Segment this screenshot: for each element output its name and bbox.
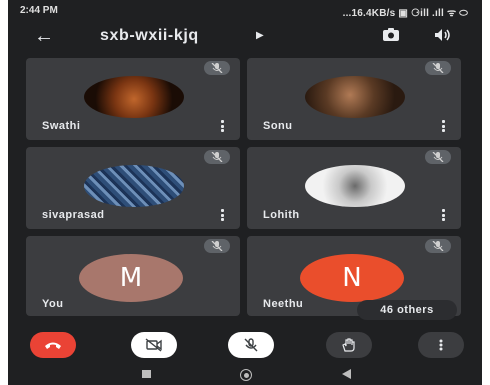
participant-tile-sivaprasad[interactable]: sivaprasad — [26, 147, 240, 229]
mic-off-icon — [204, 150, 230, 164]
mic-off-icon — [425, 239, 451, 253]
call-controls — [8, 328, 482, 364]
chevron-right-icon[interactable]: ▶ — [256, 30, 264, 41]
mic-toggle-button[interactable] — [228, 332, 274, 358]
others-count-chip[interactable]: 46 others — [357, 300, 457, 320]
participant-tile-lohith[interactable]: Lohith — [247, 147, 461, 229]
meeting-header: ← sxb-wxii-kjq ▶ — [8, 22, 482, 52]
more-vert-icon[interactable] — [221, 209, 224, 221]
participant-name: Neethu — [263, 298, 304, 310]
participant-name: sivaprasad — [42, 209, 105, 221]
camera-off-icon — [145, 338, 162, 352]
participant-name: Sonu — [263, 120, 293, 132]
participant-tile-sonu[interactable]: Sonu — [247, 58, 461, 140]
avatar-letter: M — [79, 254, 183, 302]
more-vert-icon[interactable] — [221, 120, 224, 132]
participant-name: You — [42, 298, 64, 310]
raise-hand-button[interactable] — [326, 332, 372, 358]
home-icon[interactable] — [240, 369, 252, 381]
participant-tile-neethu[interactable]: N Neethu 46 others — [247, 236, 461, 320]
more-vert-icon — [439, 339, 443, 351]
android-nav-bar — [8, 364, 482, 385]
recents-icon[interactable] — [142, 370, 151, 378]
more-vert-icon[interactable] — [442, 209, 445, 221]
back-arrow-icon[interactable]: ← — [34, 26, 54, 46]
mic-off-icon — [425, 61, 451, 75]
status-indicators: ...16.4KB/s ▣ ⚆ill .ıll ᯤ ⬭ — [342, 8, 468, 19]
mic-off-icon — [204, 239, 230, 253]
more-vert-icon[interactable] — [442, 120, 445, 132]
switch-camera-icon[interactable] — [382, 28, 400, 42]
mic-off-icon — [244, 338, 258, 352]
more-options-button[interactable] — [418, 332, 464, 358]
speaker-icon[interactable] — [434, 28, 452, 42]
phone-screen: 2:44 PM ...16.4KB/s ▣ ⚆ill .ıll ᯤ ⬭ ← sx… — [8, 0, 482, 385]
avatar-letter: N — [300, 254, 404, 302]
participant-tile-you[interactable]: M You — [26, 236, 240, 316]
camera-toggle-button[interactable] — [131, 332, 177, 358]
meeting-code[interactable]: sxb-wxii-kjq — [100, 27, 199, 45]
nav-back-icon[interactable] — [342, 369, 351, 379]
avatar-photo — [305, 76, 405, 118]
avatar-photo — [305, 165, 405, 207]
end-call-icon — [45, 342, 61, 349]
status-bar: 2:44 PM ...16.4KB/s ▣ ⚆ill .ıll ᯤ ⬭ — [8, 0, 482, 22]
status-time: 2:44 PM — [20, 5, 58, 16]
mic-off-icon — [425, 150, 451, 164]
avatar-photo — [84, 165, 184, 207]
avatar-photo — [84, 76, 184, 118]
participant-tile-swathi[interactable]: Swathi — [26, 58, 240, 140]
participant-name: Lohith — [263, 209, 300, 221]
mic-off-icon — [204, 61, 230, 75]
end-call-button[interactable] — [30, 332, 76, 358]
raise-hand-icon — [342, 338, 355, 352]
participant-name: Swathi — [42, 120, 81, 132]
